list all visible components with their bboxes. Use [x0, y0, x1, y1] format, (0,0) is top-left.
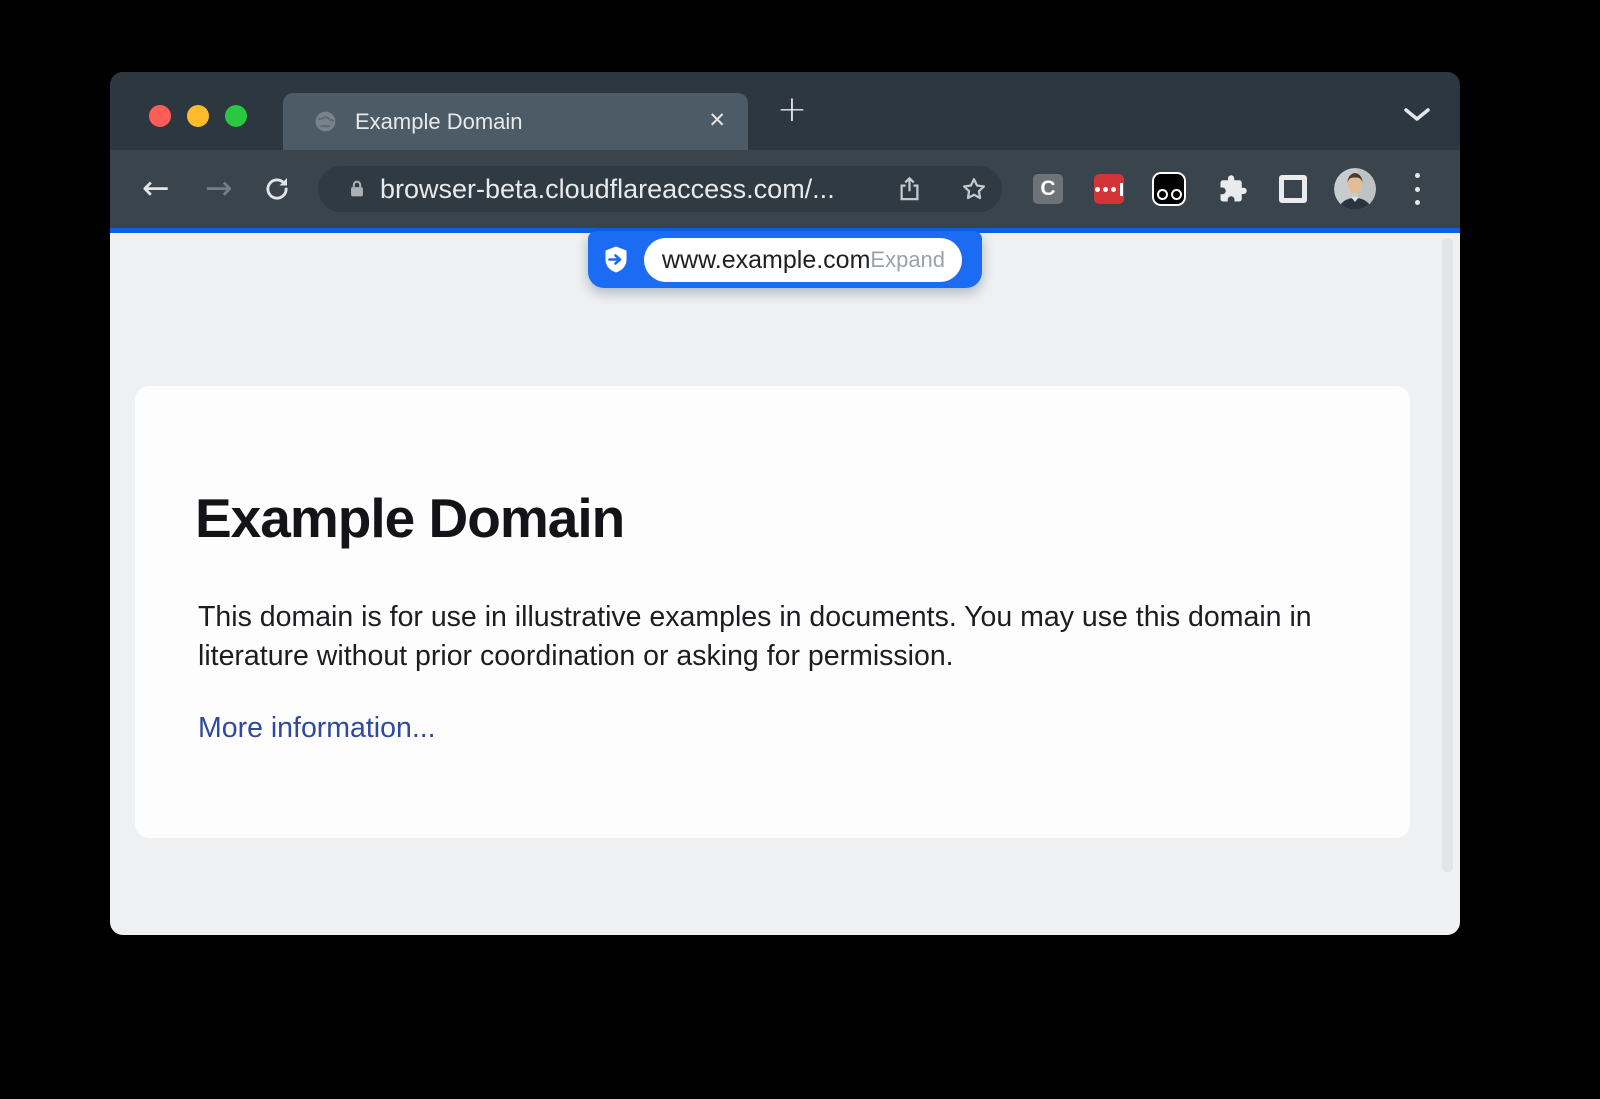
back-icon[interactable]: ←: [142, 170, 170, 206]
browser-menu-icon[interactable]: [1415, 173, 1421, 205]
extensions-puzzle-icon[interactable]: [1218, 174, 1248, 204]
window-minimize-button[interactable]: [187, 105, 209, 127]
page-viewport: www.example.com Expand Example Domain Th…: [110, 233, 1460, 935]
forward-icon[interactable]: →: [205, 170, 233, 206]
tab-title: Example Domain: [355, 109, 523, 135]
browser-toolbar: ← → browser-beta.cloudflareaccess.com/..…: [110, 150, 1460, 228]
extension-black-goggles-icon[interactable]: [1152, 172, 1186, 206]
isolated-domain-text: www.example.com: [662, 246, 870, 275]
window-close-button[interactable]: [149, 105, 171, 127]
content-card: Example Domain This domain is for use in…: [135, 386, 1410, 838]
tab-close-icon[interactable]: ✕: [708, 108, 726, 132]
profile-avatar[interactable]: [1334, 168, 1376, 210]
bookmark-star-icon[interactable]: [960, 175, 988, 203]
screen: Example Domain ✕ + ← →: [0, 0, 1600, 1099]
new-tab-button[interactable]: +: [770, 89, 814, 133]
url-text[interactable]: browser-beta.cloudflareaccess.com/...: [380, 174, 835, 205]
extension-password-manager-icon[interactable]: [1094, 174, 1124, 204]
browser-tab[interactable]: Example Domain ✕: [283, 93, 748, 150]
page-paragraph: This domain is for use in illustrative e…: [198, 598, 1358, 675]
side-panel-icon[interactable]: [1279, 175, 1307, 203]
expand-button[interactable]: Expand: [870, 247, 945, 273]
address-bar[interactable]: browser-beta.cloudflareaccess.com/...: [318, 166, 1002, 212]
isolation-domain-field[interactable]: www.example.com Expand: [644, 238, 962, 282]
reload-icon[interactable]: [262, 174, 292, 204]
browser-window: Example Domain ✕ + ← →: [110, 72, 1460, 935]
tab-strip: Example Domain ✕ +: [110, 72, 1460, 150]
window-maximize-button[interactable]: [225, 105, 247, 127]
tab-search-chevron-icon[interactable]: [1402, 106, 1432, 122]
lock-icon[interactable]: [346, 177, 368, 201]
extension-c-icon[interactable]: C: [1033, 174, 1063, 204]
shield-icon: [601, 244, 631, 275]
share-icon[interactable]: [896, 175, 923, 203]
more-information-link[interactable]: More information...: [198, 712, 436, 745]
scrollbar-thumb[interactable]: [1442, 238, 1453, 872]
page-title: Example Domain: [195, 486, 624, 550]
isolation-domain-pill[interactable]: www.example.com Expand: [588, 231, 982, 288]
globe-favicon-icon: [313, 109, 338, 134]
